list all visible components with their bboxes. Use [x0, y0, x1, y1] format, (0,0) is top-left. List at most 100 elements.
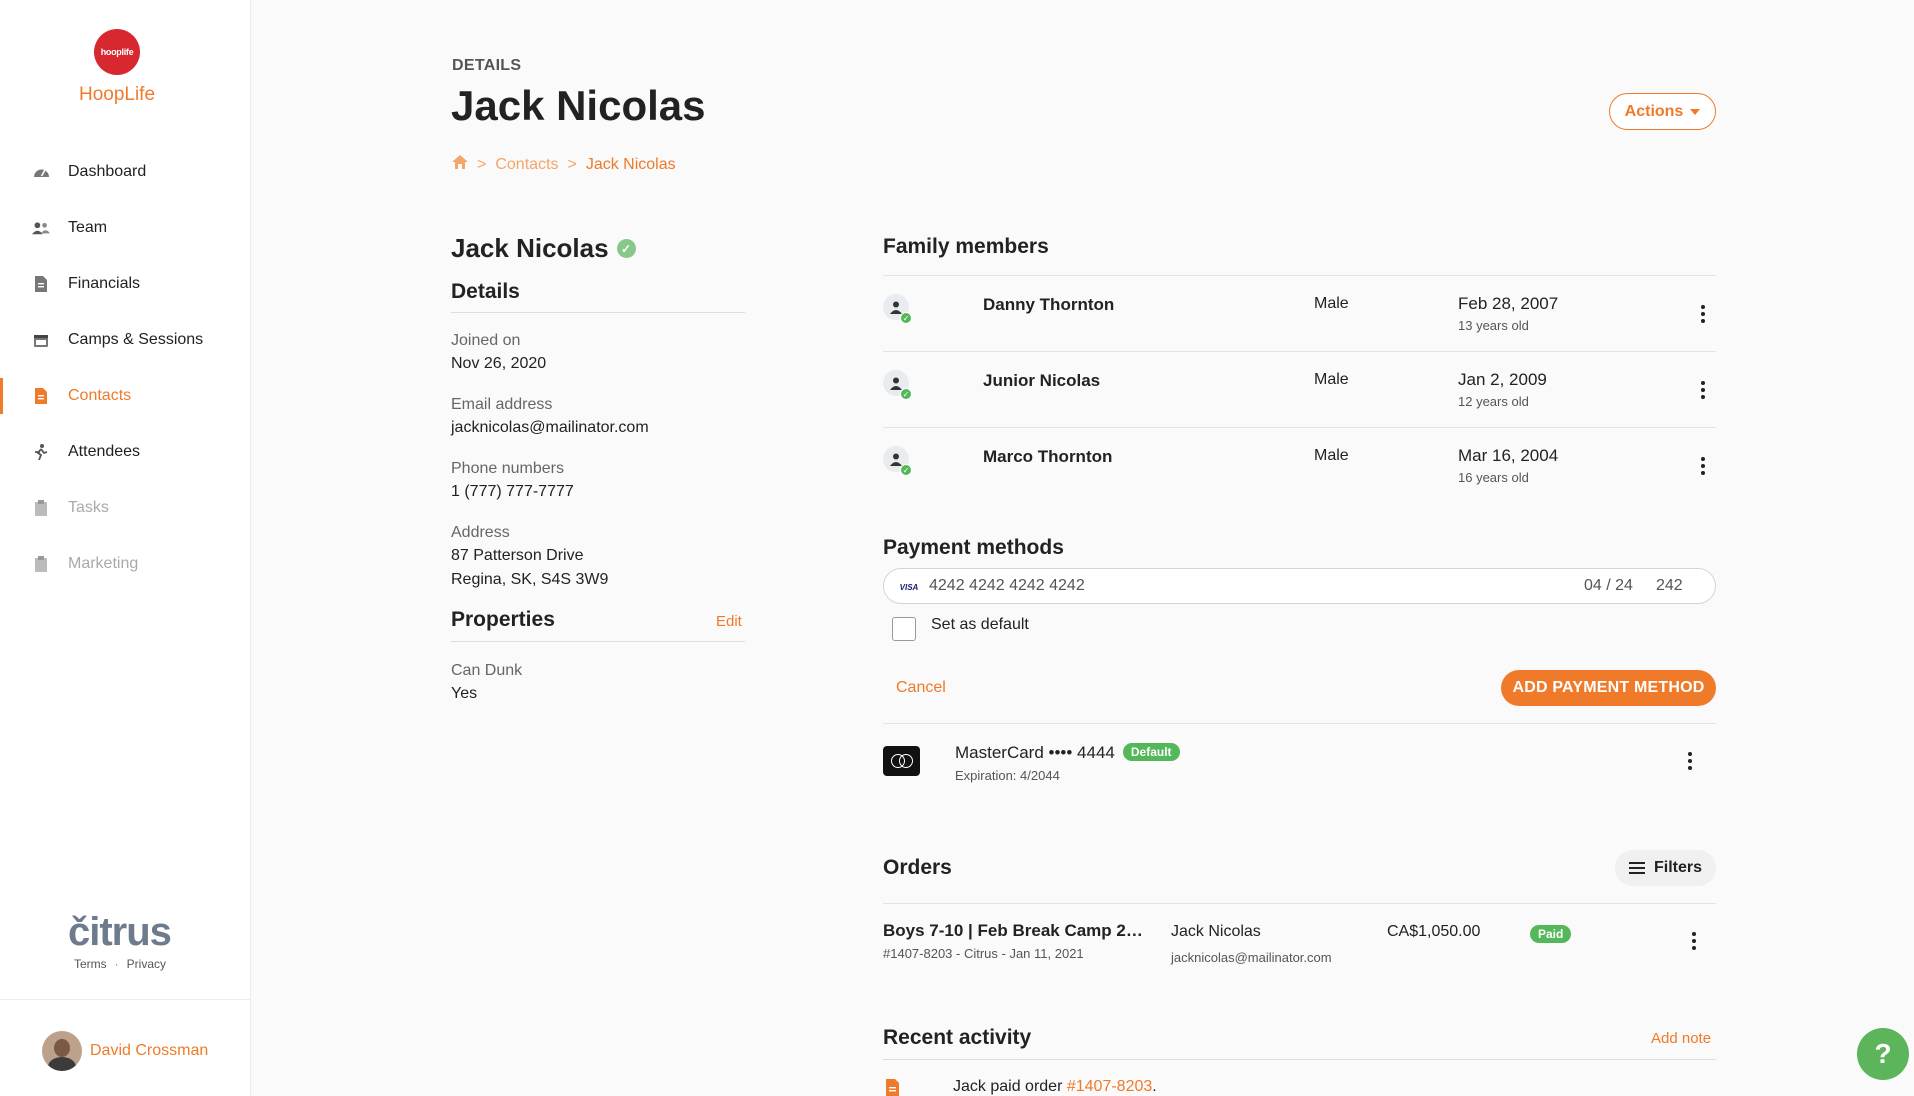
- card-expiry-field[interactable]: 04 / 24: [1584, 577, 1633, 595]
- clipboard-icon: [32, 500, 50, 516]
- breadcrumb: > Contacts > Jack Nicolas: [452, 155, 676, 174]
- contact-name: Jack Nicolas ✓: [451, 233, 636, 264]
- app-logo[interactable]: hooplife: [94, 29, 140, 75]
- page-title: Jack Nicolas: [451, 82, 706, 129]
- people-icon: [32, 220, 50, 236]
- more-options-icon[interactable]: [1687, 930, 1701, 952]
- sidebar-item-label: Camps & Sessions: [68, 331, 204, 348]
- member-gender: Male: [1314, 295, 1349, 312]
- actions-button[interactable]: Actions: [1609, 93, 1716, 130]
- sidebar-item-financials[interactable]: Financials: [0, 256, 250, 312]
- order-meta: #1407-8203 - Citrus - Jan 11, 2021: [883, 946, 1084, 961]
- saved-card-label: MasterCard •••• 4444: [955, 743, 1115, 762]
- legal-links: Terms · Privacy: [74, 957, 166, 971]
- status-badge: Paid: [1530, 925, 1572, 943]
- member-dob: Jan 2, 2009: [1458, 370, 1547, 389]
- running-person-icon: [32, 444, 50, 460]
- order-email: jacknicolas@mailinator.com: [1171, 950, 1332, 965]
- user-name[interactable]: David Crossman: [90, 1042, 208, 1060]
- family-member-row[interactable]: ✓ Junior Nicolas Male Jan 2, 2009 12 yea…: [883, 351, 1716, 427]
- email-label: Email address: [451, 396, 553, 413]
- member-gender: Male: [1314, 447, 1349, 464]
- more-options-icon[interactable]: [1696, 303, 1710, 325]
- sidebar-item-marketing[interactable]: Marketing: [0, 536, 250, 592]
- cancel-button[interactable]: Cancel: [896, 679, 946, 697]
- phone-value: 1 (777) 777-7777: [451, 483, 574, 500]
- privacy-link[interactable]: Privacy: [127, 957, 166, 971]
- terms-link[interactable]: Terms: [74, 957, 107, 971]
- card-cvc-field[interactable]: 242: [1656, 577, 1683, 595]
- order-link[interactable]: #1407-8203: [1067, 1078, 1152, 1095]
- more-options-icon[interactable]: [1696, 379, 1710, 401]
- order-title[interactable]: Boys 7-10 | Feb Break Camp 2021: [883, 921, 1143, 941]
- receipt-icon: [32, 276, 50, 292]
- set-default-label[interactable]: Set as default: [931, 616, 1029, 634]
- address-line-2: Regina, SK, S4S 3W9: [451, 571, 609, 588]
- set-default-checkbox[interactable]: [892, 617, 916, 641]
- actions-label: Actions: [1624, 102, 1684, 120]
- recent-activity-heading: Recent activity: [883, 1026, 1032, 1049]
- app-name: HoopLife: [78, 84, 156, 105]
- help-button[interactable]: ?: [1857, 1028, 1909, 1080]
- contact-name-text: Jack Nicolas: [451, 233, 609, 263]
- card-number-field[interactable]: 4242 4242 4242 4242: [929, 577, 1085, 595]
- member-age: 12 years old: [1458, 394, 1529, 409]
- activity-suffix: .: [1152, 1078, 1157, 1095]
- add-payment-method-button[interactable]: ADD PAYMENT METHOD: [1501, 670, 1716, 706]
- sidebar-item-camps-sessions[interactable]: Camps & Sessions: [0, 312, 250, 368]
- mastercard-icon: [883, 746, 920, 776]
- property-label: Can Dunk: [451, 662, 523, 679]
- check-icon: ✓: [900, 388, 912, 400]
- sidebar: hooplife HoopLife Dashboard Team Financi…: [0, 0, 251, 1096]
- home-icon[interactable]: [452, 155, 468, 174]
- family-member-row[interactable]: ✓ Marco Thornton Male Mar 16, 2004 16 ye…: [883, 427, 1716, 503]
- avatar: [42, 1031, 82, 1071]
- sidebar-item-label: Attendees: [68, 443, 141, 460]
- chevron-down-icon: [1690, 108, 1701, 115]
- address-line-1: 87 Patterson Drive: [451, 547, 584, 564]
- add-note-link[interactable]: Add note: [1651, 1030, 1711, 1047]
- contact-card-icon: [32, 388, 50, 404]
- card-input[interactable]: VISA 4242 4242 4242 4242 04 / 24 242: [883, 568, 1716, 604]
- joined-label: Joined on: [451, 332, 521, 349]
- divider: [451, 312, 745, 313]
- receipt-icon: [886, 1079, 899, 1096]
- saved-card-expiration: Expiration: 4/2044: [955, 768, 1060, 783]
- order-amount: CA$1,050.00: [1387, 923, 1481, 940]
- sidebar-item-label: Team: [68, 219, 108, 236]
- saved-card-row[interactable]: MasterCard •••• 4444 Default Expiration: …: [883, 723, 1716, 799]
- sidebar-item-attendees[interactable]: Attendees: [0, 424, 250, 480]
- breadcrumb-separator: >: [567, 155, 577, 173]
- properties-heading: Properties: [451, 608, 555, 631]
- sidebar-item-tasks[interactable]: Tasks: [0, 480, 250, 536]
- member-age: 13 years old: [1458, 318, 1529, 333]
- more-options-icon[interactable]: [1696, 455, 1710, 477]
- sidebar-item-team[interactable]: Team: [0, 200, 250, 256]
- orders-heading: Orders: [883, 856, 952, 879]
- filter-icon: [1628, 862, 1645, 874]
- breadcrumb-contacts[interactable]: Contacts: [495, 156, 558, 174]
- sidebar-item-label: Contacts: [68, 387, 132, 404]
- member-age: 16 years old: [1458, 470, 1529, 485]
- check-icon: ✓: [900, 312, 912, 324]
- filters-button[interactable]: Filters: [1615, 850, 1716, 886]
- email-value: jacknicolas@mailinator.com: [451, 419, 649, 436]
- phone-label: Phone numbers: [451, 460, 564, 477]
- visa-icon: VISA: [899, 582, 919, 592]
- property-value: Yes: [451, 685, 478, 702]
- payment-methods-heading: Payment methods: [883, 536, 1064, 559]
- family-member-row[interactable]: ✓ Danny Thornton Male Feb 28, 2007 13 ye…: [883, 275, 1716, 351]
- check-icon: ✓: [900, 464, 912, 476]
- member-name: Junior Nicolas: [983, 371, 1101, 390]
- order-customer: Jack Nicolas: [1171, 923, 1261, 940]
- member-name: Marco Thornton: [983, 447, 1113, 466]
- sidebar-item-dashboard[interactable]: Dashboard: [0, 144, 250, 200]
- calendar-icon: [32, 332, 50, 348]
- sidebar-item-contacts[interactable]: Contacts: [0, 368, 250, 424]
- edit-properties-link[interactable]: Edit: [716, 613, 742, 630]
- user-bar[interactable]: David Crossman: [0, 999, 250, 1096]
- order-row[interactable]: Boys 7-10 | Feb Break Camp 2021 #1407-82…: [883, 903, 1716, 979]
- joined-value: Nov 26, 2020: [451, 355, 547, 372]
- more-options-icon[interactable]: [1683, 750, 1697, 772]
- clipboard-icon: [32, 556, 50, 572]
